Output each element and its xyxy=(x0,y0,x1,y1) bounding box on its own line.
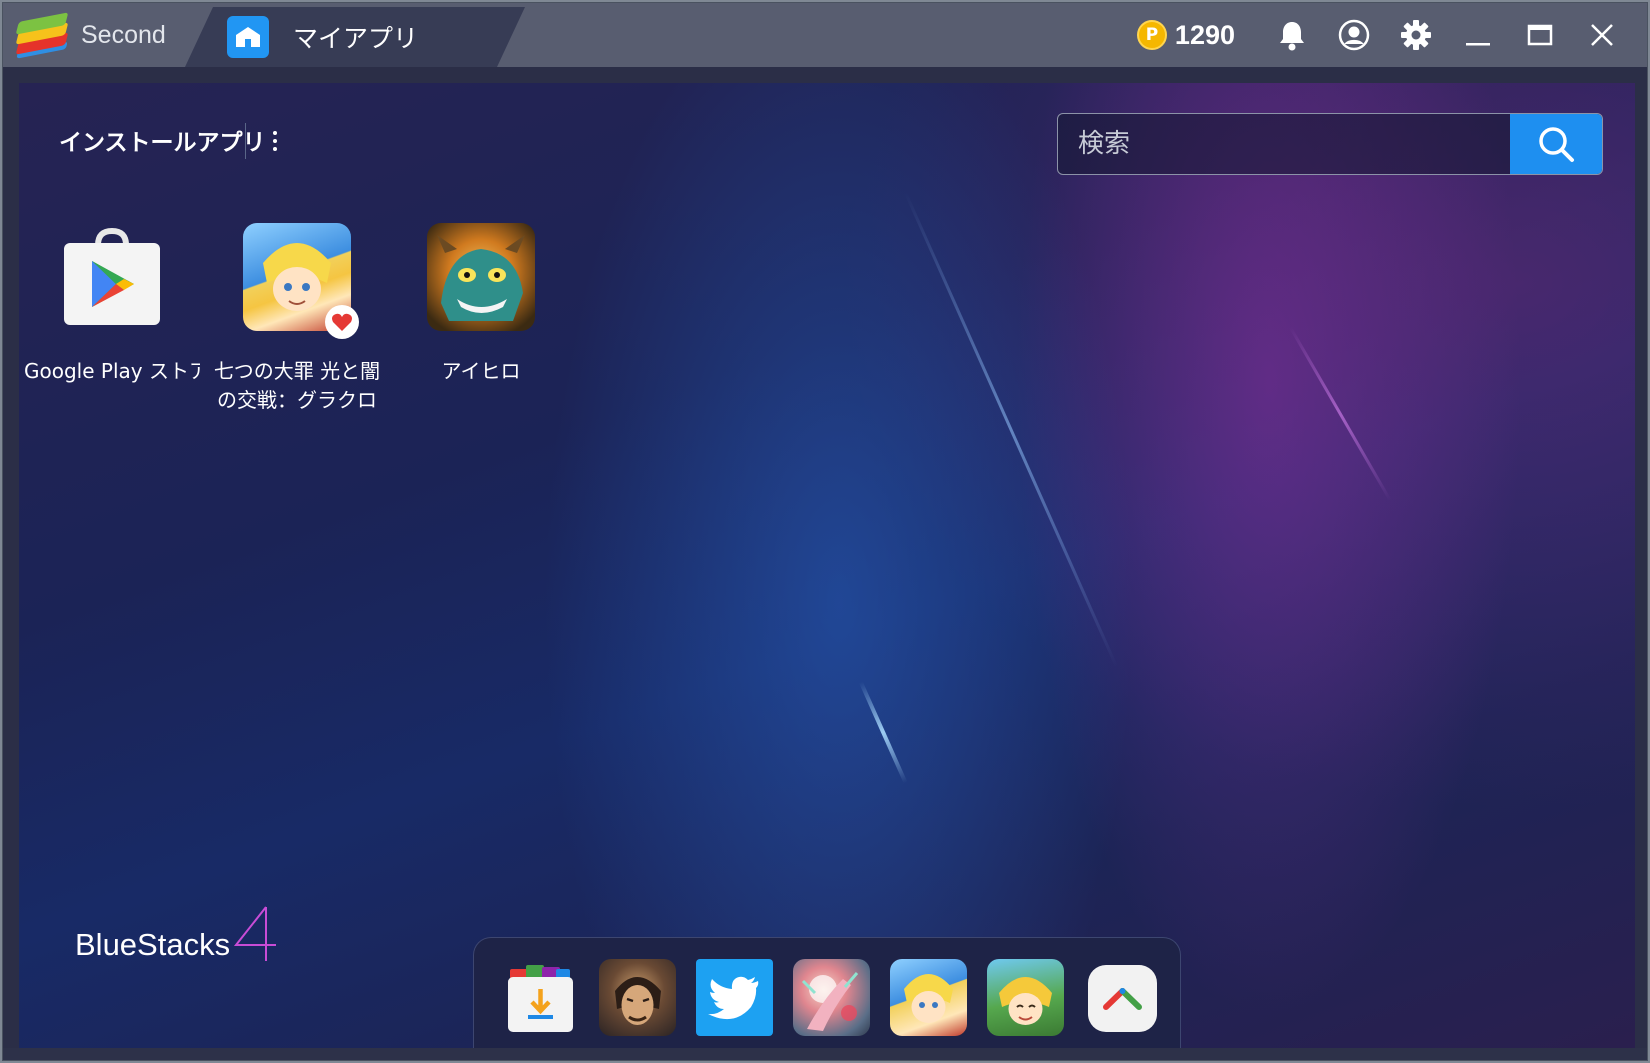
search-bar xyxy=(1057,113,1603,175)
dock-twitter[interactable] xyxy=(696,959,773,1036)
version-4-logo xyxy=(234,906,277,961)
background-light-streak xyxy=(859,681,908,784)
dock-warrior-game[interactable] xyxy=(599,959,676,1036)
dock-anime-game[interactable] xyxy=(793,959,870,1036)
background-light-streak xyxy=(1289,326,1392,502)
google-play-icon xyxy=(58,223,166,331)
more-apps-icon xyxy=(1088,965,1157,1032)
tab-second-label: Second xyxy=(81,20,166,49)
app-label: アイヒロ xyxy=(441,359,521,383)
bluestacks-brand: BlueStacks xyxy=(75,903,278,963)
nanatsu-no-taizai-icon xyxy=(904,974,953,1023)
bluestacks-logo-icon xyxy=(15,12,69,59)
background-light-streak xyxy=(904,191,1119,669)
search-button[interactable] xyxy=(1510,114,1602,174)
twitter-icon xyxy=(708,976,759,1020)
dock-nanatsu-character[interactable] xyxy=(987,959,1064,1036)
title-bar: Second マイアプリ P 1290 xyxy=(3,3,1647,67)
favorite-badge xyxy=(325,305,359,339)
minimize-button[interactable] xyxy=(1447,3,1509,67)
warrior-game-icon xyxy=(615,977,661,1025)
window-bottom-border xyxy=(3,1048,1647,1060)
heart-icon xyxy=(332,313,352,331)
close-icon xyxy=(1591,24,1613,46)
nanatsu-character-icon xyxy=(999,977,1052,1025)
dock-nanatsu-no-taizai[interactable] xyxy=(890,959,967,1036)
brand-text: BlueStacks xyxy=(75,927,231,962)
bell-icon xyxy=(1280,22,1304,51)
home-screen: インストールアプリ 検索 Google Play ストア 七つの大罪 光と闇の交… xyxy=(19,83,1635,1048)
dock-more-apps[interactable] xyxy=(1084,959,1161,1036)
app-aihero[interactable]: アイヒロ xyxy=(393,223,569,386)
divider xyxy=(245,123,246,159)
app-label: Google Play ストア xyxy=(24,359,200,383)
app-center-icon xyxy=(508,965,573,1032)
dock-app-center[interactable] xyxy=(502,959,579,1036)
title-bar-controls: P 1290 xyxy=(1136,3,1633,67)
settings-button[interactable] xyxy=(1385,3,1447,67)
more-vertical-icon xyxy=(273,131,277,135)
maximize-icon xyxy=(1527,24,1553,46)
bluestacks-window: Second マイアプリ P 1290 インストールアプリ 検索 Google … xyxy=(2,2,1648,1061)
maximize-button[interactable] xyxy=(1509,3,1571,67)
more-options-button[interactable] xyxy=(263,123,287,159)
search-icon xyxy=(1539,127,1574,162)
gear-icon xyxy=(1401,20,1431,50)
nanatsu-no-taizai-icon xyxy=(243,223,359,339)
app-google-play[interactable]: Google Play ストア xyxy=(24,223,200,386)
tab-second[interactable]: Second xyxy=(3,3,203,67)
notifications-button[interactable] xyxy=(1261,3,1323,67)
coin-icon: P xyxy=(1136,20,1167,50)
coin-count[interactable]: 1290 xyxy=(1175,20,1235,51)
app-nanatsu-no-taizai[interactable]: 七つの大罪 光と闇の交戦：グラクロ xyxy=(209,223,385,415)
anime-game-icon xyxy=(801,972,859,1031)
app-label: 七つの大罪 光と闇の交戦：グラクロ xyxy=(213,359,381,412)
account-icon xyxy=(1338,19,1370,51)
tab-my-apps-label: マイアプリ xyxy=(293,24,419,53)
close-button[interactable] xyxy=(1571,3,1633,67)
aihero-icon xyxy=(427,223,535,331)
account-button[interactable] xyxy=(1323,3,1385,67)
app-dock xyxy=(473,937,1181,1048)
minimize-icon xyxy=(1466,43,1490,46)
search-input[interactable] xyxy=(1058,114,1510,174)
tab-my-apps[interactable]: マイアプリ xyxy=(185,7,525,67)
home-icon xyxy=(227,16,269,58)
installed-apps-title: インストールアプリ xyxy=(59,130,266,156)
